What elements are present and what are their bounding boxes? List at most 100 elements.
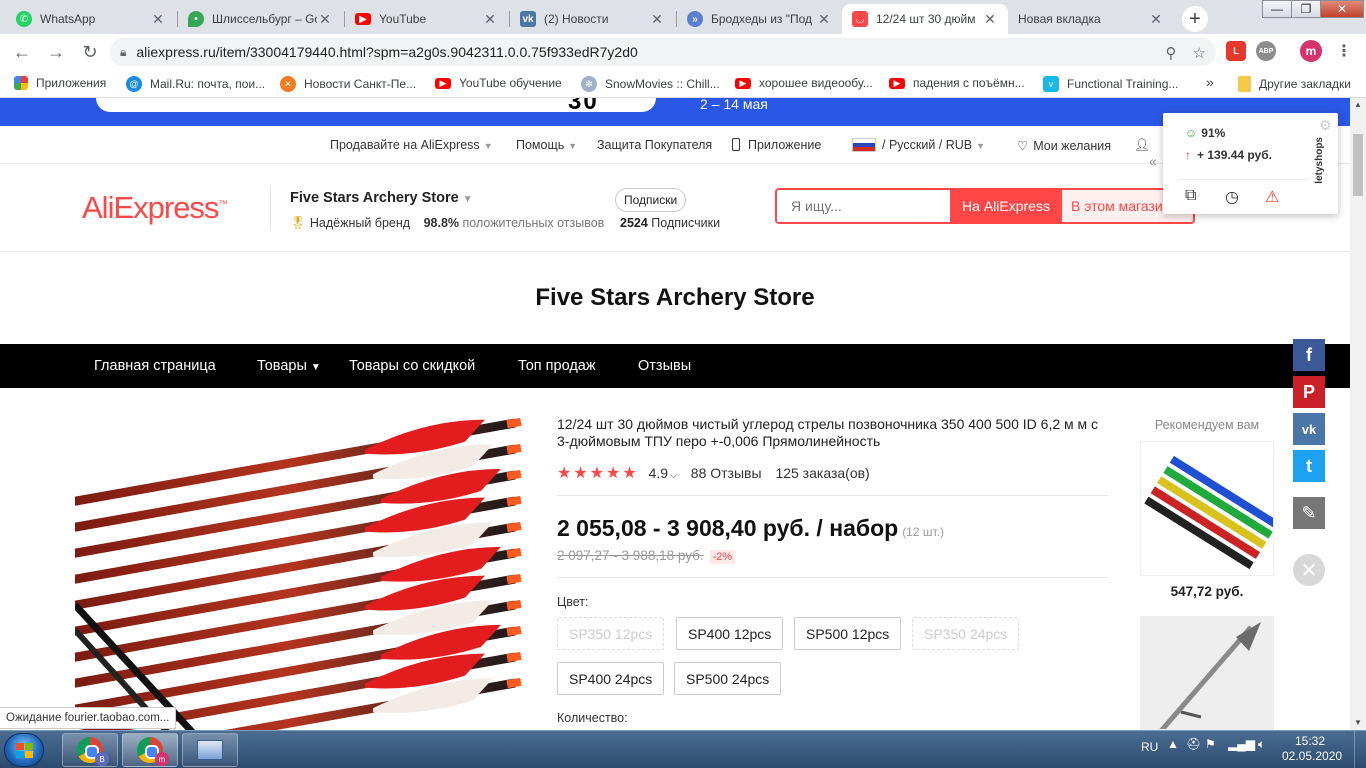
taskbar-network-app[interactable]: [182, 733, 238, 767]
start-button[interactable]: [4, 733, 44, 767]
close-window-button[interactable]: ✕: [1320, 0, 1364, 18]
tray-expand-icon[interactable]: ▲: [1167, 737, 1179, 751]
close-share-icon[interactable]: ✕: [1293, 554, 1325, 586]
taskbar-chrome-profile-m[interactable]: m: [122, 733, 178, 767]
bookmark-other[interactable]: Другие закладки: [1238, 76, 1351, 92]
tab-aliexpress-active[interactable]: ◡ 12/24 шт 30 дюйм ✕: [842, 4, 1008, 34]
option-sp400-24[interactable]: SP400 24pcs: [557, 662, 665, 695]
tab-youtube[interactable]: ▶ YouTube ✕: [345, 4, 508, 34]
reviews-link[interactable]: 88 Отзывы: [691, 465, 762, 481]
bookmark-star-icon[interactable]: ☆: [1193, 44, 1206, 62]
warning-icon[interactable]: ⚠: [1265, 187, 1279, 207]
system-clock[interactable]: 15:32 02.05.2020: [1282, 734, 1342, 764]
close-icon[interactable]: ✕: [816, 11, 832, 28]
close-icon[interactable]: ✕: [482, 11, 498, 28]
bookmark-mailru[interactable]: @ Mail.Ru: почта, пои...: [126, 76, 265, 92]
bookmark-youtube-learning[interactable]: ▶ YouTube обучение: [435, 76, 562, 90]
bookmark-video-2[interactable]: ▶ падения с поъёмн...: [889, 76, 1025, 90]
product-image[interactable]: [75, 415, 525, 730]
language-indicator[interactable]: RU: [1141, 740, 1158, 754]
app-link[interactable]: Приложение: [732, 138, 821, 152]
sell-on-aliexpress-link[interactable]: Продавайте на AliExpress ▼: [330, 138, 493, 152]
maximize-button[interactable]: ❐: [1291, 0, 1321, 18]
wishlist-link[interactable]: ♡ Мои желания: [1017, 138, 1111, 153]
promo-banner[interactable]: 30 2 – 14 мая: [0, 98, 1350, 126]
tab-vk-news[interactable]: vk (2) Новости ✕: [510, 4, 675, 34]
search-aliexpress-button[interactable]: На AliExpress: [950, 190, 1062, 222]
copy-icon[interactable]: ⧉: [1185, 187, 1196, 205]
youtube-icon: ▶: [889, 77, 905, 89]
vertical-scrollbar[interactable]: ▲ ▼: [1350, 98, 1366, 730]
lety-extension-icon[interactable]: L: [1226, 41, 1246, 61]
forward-icon[interactable]: →: [42, 38, 70, 66]
bookmark-news[interactable]: ✕ Новости Санкт-Пе...: [280, 76, 416, 92]
close-icon[interactable]: ✕: [1148, 11, 1164, 28]
store-menu-discounts[interactable]: Товары со скидкой: [349, 358, 475, 374]
bookmarks-overflow-button[interactable]: »: [1206, 74, 1214, 90]
history-icon[interactable]: ◷: [1225, 187, 1239, 207]
store-menu-reviews[interactable]: Отзывы: [638, 358, 691, 374]
close-icon[interactable]: ✕: [649, 11, 665, 28]
address-bar[interactable]: 🔒︎ aliexpress.ru/item/33004179440.html?s…: [110, 38, 1216, 66]
locale-selector[interactable]: / Русский / RUB ▼: [852, 138, 985, 152]
option-sp350-12[interactable]: SP350 12pcs: [557, 617, 665, 650]
close-icon[interactable]: ✕: [150, 11, 166, 28]
help-link[interactable]: Помощь ▼: [516, 138, 577, 152]
new-tab-button[interactable]: +: [1182, 6, 1208, 32]
account-icon[interactable]: 👤︎: [1134, 138, 1150, 153]
reload-icon[interactable]: ↻: [76, 38, 104, 66]
tab-label: YouTube: [379, 12, 427, 26]
adblock-extension-icon[interactable]: ABP: [1256, 41, 1276, 61]
action-center-icon[interactable]: ⚑: [1205, 737, 1216, 751]
bookmark-functional-training[interactable]: v Functional Training...: [1043, 76, 1178, 92]
aliexpress-logo[interactable]: AliExpress™: [82, 190, 227, 226]
pinterest-icon[interactable]: P: [1293, 376, 1325, 408]
zoom-icon[interactable]: ⚲: [1166, 44, 1177, 62]
apps-grid-icon: [14, 76, 28, 90]
gear-icon[interactable]: ⚙: [1319, 117, 1332, 134]
close-icon[interactable]: ✕: [982, 11, 998, 28]
store-menu-products[interactable]: Товары ▼: [257, 358, 321, 374]
scroll-up-icon[interactable]: ▲: [1350, 98, 1366, 112]
twitter-icon[interactable]: t: [1293, 450, 1325, 482]
store-name-dropdown[interactable]: Five Stars Archery Store ▼: [290, 190, 473, 206]
scroll-down-icon[interactable]: ▼: [1350, 716, 1366, 730]
tab-whatsapp[interactable]: ✆ WhatsApp ✕: [6, 4, 176, 34]
tab-maps[interactable]: • Шлиссельбург – Go ✕: [178, 4, 343, 34]
bookmark-apps[interactable]: Приложения: [14, 76, 106, 90]
scrollbar-thumb[interactable]: [1353, 134, 1363, 196]
option-sp400-12[interactable]: SP400 12pcs: [676, 617, 784, 650]
edit-icon[interactable]: ✎: [1293, 497, 1325, 529]
profile-avatar-icon[interactable]: m: [1300, 40, 1322, 62]
option-sp500-24[interactable]: SP500 24pcs: [674, 662, 782, 695]
buyer-protection-link[interactable]: Защита Покупателя: [597, 138, 712, 152]
recommend-item-image[interactable]: [1140, 441, 1274, 576]
option-sp350-24[interactable]: SP350 24pcs: [912, 617, 1020, 650]
tray-app-icon[interactable]: ⛑︎: [1186, 737, 1201, 751]
network-signal-icon[interactable]: ▂▄▆: [1228, 737, 1255, 751]
subscribe-button[interactable]: Подписки: [615, 188, 687, 212]
menu-kebab-icon[interactable]: ⋮: [1334, 41, 1354, 61]
bookmark-snowmovies[interactable]: ✻ SnowMovies :: Chill...: [581, 76, 720, 92]
store-menu-home[interactable]: Главная страница: [94, 358, 216, 374]
minimize-button[interactable]: —: [1262, 0, 1292, 18]
close-icon[interactable]: ✕: [317, 11, 333, 28]
option-sp500-12[interactable]: SP500 12pcs: [794, 617, 902, 650]
bookmark-label: Mail.Ru: почта, пои...: [150, 77, 266, 91]
taskbar-chrome-profile-b[interactable]: B: [62, 733, 118, 767]
subscriber-number: 2524: [620, 216, 648, 230]
search-input[interactable]: [777, 190, 950, 222]
collapse-arrow-icon[interactable]: «: [1149, 153, 1157, 169]
tab-new[interactable]: Новая вкладка ✕: [1008, 4, 1174, 34]
recommend-item-image[interactable]: [1140, 616, 1274, 730]
store-menu-top-sales[interactable]: Топ продаж: [518, 358, 596, 374]
facebook-icon[interactable]: f: [1293, 339, 1325, 371]
show-desktop-button[interactable]: [1354, 731, 1366, 768]
tab-broadheads[interactable]: » Бродхеды из "Под ✕: [677, 4, 842, 34]
volume-icon[interactable]: 🔈︎: [1258, 737, 1265, 752]
rating-value[interactable]: 4.9 ⌵: [649, 465, 677, 481]
youtube-icon: ▶: [435, 77, 451, 89]
back-icon[interactable]: ←: [8, 38, 36, 66]
bookmark-video-1[interactable]: ▶ хорошее видеообу...: [735, 76, 873, 90]
vk-icon[interactable]: vk: [1293, 413, 1325, 445]
